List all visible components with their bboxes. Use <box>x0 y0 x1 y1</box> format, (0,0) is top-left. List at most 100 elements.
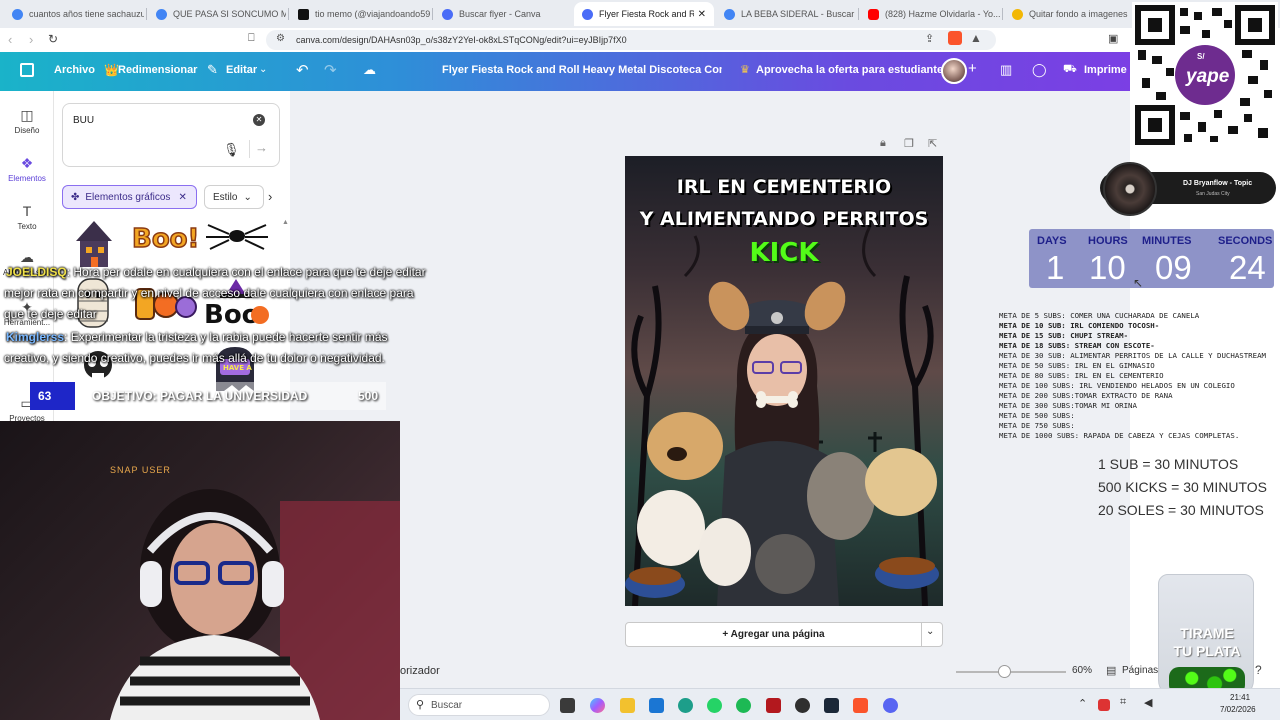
acrobat-icon[interactable] <box>766 698 781 713</box>
rail-item-elements[interactable]: ❖ Elementos <box>0 155 54 183</box>
task-view-icon[interactable] <box>560 698 575 713</box>
volume-icon[interactable]: ◀ <box>1144 696 1152 709</box>
zoom-slider-track[interactable] <box>956 671 1066 673</box>
back-icon[interactable]: ‹ <box>8 32 12 47</box>
brave-icon[interactable] <box>853 698 868 713</box>
avatar[interactable] <box>941 58 967 84</box>
search-box[interactable]: BUU ✕ 🎙 → <box>62 103 280 167</box>
chip-graphics[interactable]: ✤ Elementos gráficos ✕ <box>62 185 197 209</box>
zoom-value[interactable]: 60% <box>1072 665 1092 676</box>
document-title[interactable]: Flyer Fiesta Rock and Roll Heavy Metal D… <box>442 64 722 76</box>
goal-label: OBJETIVO: PAGAR LA UNIVERSIDAD <box>92 389 308 403</box>
add-page-icon[interactable]: ⇱ <box>928 137 937 150</box>
result-mummy[interactable] <box>66 275 120 331</box>
scroll-up-icon[interactable]: ▲ <box>282 219 289 226</box>
brave-rewards-icon[interactable]: ▲ <box>970 31 982 45</box>
file-explorer-icon[interactable] <box>620 698 635 713</box>
goal-item-completed: META DE 18 SUBS: STREAM CON ESCOTE- <box>999 341 1155 350</box>
chips-next-icon[interactable]: › <box>268 189 272 204</box>
submit-search-icon[interactable]: → <box>255 140 268 155</box>
windows-taskbar: ⚲ Buscar ⌃ ⌗ ◀ 21:41 7/02/2026 <box>400 688 1280 720</box>
flyer-kick-logo[interactable]: KICK <box>625 238 943 268</box>
taskbar-search-placeholder: Buscar <box>431 700 463 711</box>
file-menu-button[interactable]: Archivo <box>54 64 95 76</box>
goal-item-completed: META DE 10 SUB: IRL COMIENDO TOCOSH- <box>999 321 1160 330</box>
browser-tab[interactable]: QUE PASA SI SONCUMO MUC... <box>148 2 286 26</box>
microphone-icon[interactable]: 🎙 <box>223 142 240 158</box>
youtube-icon <box>868 8 879 20</box>
remove-filter-icon[interactable]: ✕ <box>178 192 186 203</box>
steam-icon[interactable] <box>824 698 839 713</box>
forward-icon[interactable]: › <box>29 32 33 47</box>
result-spider[interactable] <box>204 219 270 253</box>
tray-app-icon[interactable] <box>1098 699 1110 711</box>
spotify-icon[interactable] <box>736 698 751 713</box>
student-offer-button[interactable]: Aprovecha la oferta para estudiantes <box>756 64 949 76</box>
menu-panel-icon[interactable] <box>20 63 34 77</box>
chip-style[interactable]: Estilo ⌄ <box>204 185 264 209</box>
resize-button[interactable]: Redimensionar <box>118 64 197 76</box>
reload-icon[interactable]: ↻ <box>48 32 58 46</box>
chevron-down-icon[interactable]: ⌄ <box>926 626 934 637</box>
rail-item-design[interactable]: ◫ Diseño <box>0 107 54 135</box>
add-collaborator-icon[interactable]: + <box>968 60 977 77</box>
undo-icon[interactable]: ↶ <box>296 61 309 79</box>
now-playing-subtitle: San Judas City <box>1196 191 1230 197</box>
remove-bg-icon <box>1012 8 1023 20</box>
result-boo-text[interactable]: Boo! <box>130 219 200 255</box>
flyer-page[interactable]: IRL EN CEMENTERIO Y ALIMENTANDO PERRITOS… <box>625 156 943 606</box>
store-icon[interactable] <box>649 698 664 713</box>
browser-tab-active[interactable]: Flyer Fiesta Rock and Roll H...✕ <box>574 2 714 26</box>
redo-icon[interactable]: ↷ <box>324 61 337 79</box>
duplicate-page-icon[interactable]: ❐ <box>904 137 914 150</box>
share-icon[interactable]: ⇪ <box>925 32 934 45</box>
browser-tab[interactable]: tio memo (@viajandoando59... <box>290 2 430 26</box>
taskbar-search[interactable]: ⚲ Buscar <box>408 694 550 716</box>
browser-tab[interactable]: cuantos años tiene sachauzum... <box>4 2 144 26</box>
flyer-title-line2[interactable]: Y ALIMENTANDO PERRITOS <box>625 208 943 230</box>
site-settings-icon[interactable]: ⚙ <box>276 33 285 44</box>
add-page-button[interactable]: + Agregar una página <box>626 623 921 646</box>
notes-label[interactable]: orizador <box>400 665 440 677</box>
close-tab-icon[interactable]: ✕ <box>698 9 706 20</box>
discord-icon[interactable] <box>883 698 898 713</box>
add-page-bar: + Agregar una página ⌄ <box>625 622 943 647</box>
obs-icon[interactable] <box>795 698 810 713</box>
comment-icon[interactable]: ◯ <box>1032 62 1047 78</box>
network-icon[interactable]: ⌗ <box>1120 696 1126 709</box>
whatsapp-icon[interactable] <box>707 698 722 713</box>
lock-icon[interactable]: 🔒︎ <box>880 137 886 150</box>
edge-icon[interactable] <box>678 698 693 713</box>
chevron-down-icon[interactable]: ⌄ <box>259 64 267 75</box>
insights-icon[interactable]: ▥ <box>1000 62 1012 78</box>
pages-button[interactable]: Páginas <box>1122 665 1158 676</box>
show-hidden-icons[interactable]: ⌃ <box>1078 697 1087 710</box>
browser-tab[interactable]: Quitar fondo a imagenes onlin... <box>1004 2 1130 26</box>
brave-shield-icon[interactable] <box>948 31 962 45</box>
zoom-slider-thumb[interactable] <box>998 665 1011 678</box>
rail-item-text[interactable]: T Texto <box>0 203 54 231</box>
bookmark-icon[interactable]: ⎕ <box>248 32 255 45</box>
taskbar-date[interactable]: 7/02/2026 <box>1220 705 1256 714</box>
result-boo-witch-hat[interactable]: Boo <box>202 277 272 330</box>
taskbar-time[interactable]: 21:41 <box>1230 693 1250 702</box>
browser-tab[interactable]: Buscar flyer - Canva <box>434 2 572 26</box>
edit-menu-button[interactable]: Editar <box>226 64 257 76</box>
streamer-image <box>110 489 400 720</box>
shapes-icon: ❖ <box>20 155 34 171</box>
search-input[interactable]: BUU <box>73 115 94 126</box>
countdown-days-label: DAYS <box>1037 235 1067 247</box>
goal-item: META DE 500 SUBS: <box>999 411 1075 420</box>
clear-search-icon[interactable]: ✕ <box>253 114 265 126</box>
print-button[interactable]: Imprime c <box>1084 64 1136 76</box>
copilot-icon[interactable] <box>590 698 605 713</box>
browser-tab[interactable]: (828) Hazme Olvidarla - Yo... <box>860 2 1000 26</box>
help-icon[interactable]: ? <box>1255 663 1262 677</box>
result-haunted-house[interactable] <box>68 219 120 269</box>
upload-icon: ☁ <box>20 249 34 265</box>
address-bar[interactable]: ⚙ canva.com/design/DAHAsn03p_o/s38zY2YeI… <box>266 30 996 50</box>
browser-tab[interactable]: LA BEBA SIDERAL - Buscar con... <box>716 2 856 26</box>
flyer-title-line1[interactable]: IRL EN CEMENTERIO <box>625 176 943 198</box>
cloud-saved-icon[interactable]: ☁ <box>363 62 376 78</box>
sidebar-toggle-icon[interactable]: ▣ <box>1108 32 1118 45</box>
